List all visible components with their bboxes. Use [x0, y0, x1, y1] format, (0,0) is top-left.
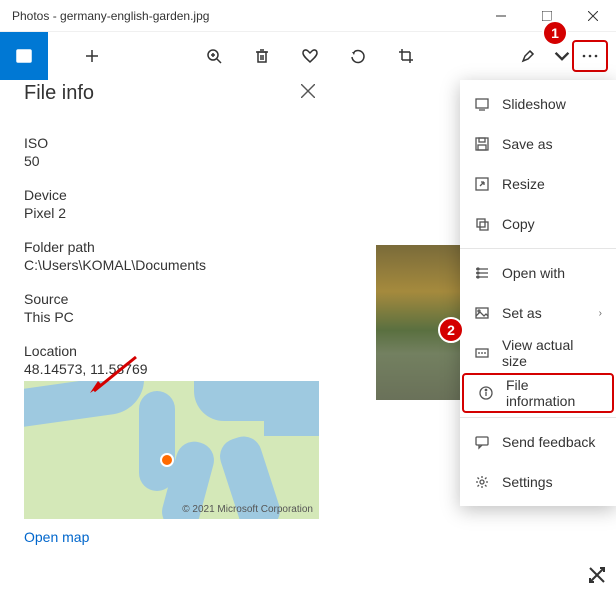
crop-button[interactable] [382, 32, 430, 80]
actual-size-icon [474, 345, 490, 361]
more-button[interactable] [572, 40, 608, 72]
menu-label: Resize [502, 176, 545, 192]
menu-label: Set as [502, 305, 542, 321]
minimize-button[interactable] [478, 0, 524, 32]
map-attribution: © 2021 Microsoft Corporation [182, 504, 313, 515]
menu-label: Open with [502, 265, 565, 281]
folder-label: Folder path [24, 239, 319, 255]
menu-label: View actual size [502, 337, 602, 369]
submenu-arrow-icon: › [599, 308, 602, 319]
menu-label: Slideshow [502, 96, 566, 112]
source-label: Source [24, 291, 319, 307]
resize-icon [474, 176, 490, 192]
source-value: This PC [24, 309, 319, 325]
location-value: 48.14573, 11.58769 [24, 361, 319, 377]
menu-label: File information [506, 377, 598, 409]
close-button[interactable] [570, 0, 616, 32]
menu-send-feedback[interactable]: Send feedback [460, 422, 616, 462]
menu-label: Settings [502, 474, 553, 490]
menu-resize[interactable]: Resize [460, 164, 616, 204]
menu-label: Send feedback [502, 434, 595, 450]
menu-save-as[interactable]: Save as [460, 124, 616, 164]
folder-value: C:\Users\KOMAL\Documents [24, 257, 319, 273]
menu-set-as[interactable]: Set as › [460, 293, 616, 333]
file-info-panel: File info ISO 50 Device Pixel 2 Folder p… [0, 80, 343, 565]
toolbar [0, 32, 616, 80]
panel-title: File info [24, 82, 94, 105]
annotation-arrow [88, 355, 138, 400]
location-map[interactable]: © 2021 Microsoft Corporation [24, 381, 319, 519]
copy-icon [474, 216, 490, 232]
slideshow-icon [474, 96, 490, 112]
settings-icon [474, 474, 490, 490]
open-map-link[interactable]: Open map [24, 529, 89, 545]
device-label: Device [24, 187, 319, 203]
map-pin-icon [160, 453, 174, 467]
menu-file-information[interactable]: File information [462, 373, 614, 413]
close-panel-button[interactable] [297, 80, 319, 107]
device-value: Pixel 2 [24, 205, 319, 221]
open-with-icon [474, 265, 490, 281]
set-as-icon [474, 305, 490, 321]
rotate-button[interactable] [334, 32, 382, 80]
delete-button[interactable] [238, 32, 286, 80]
menu-label: Copy [502, 216, 535, 232]
resize-handle[interactable] [588, 566, 606, 589]
annotation-badge-2: 2 [438, 317, 464, 343]
menu-slideshow[interactable]: Slideshow [460, 84, 616, 124]
menu-open-with[interactable]: Open with [460, 253, 616, 293]
info-icon [478, 385, 494, 401]
iso-label: ISO [24, 135, 319, 151]
menu-settings[interactable]: Settings [460, 462, 616, 502]
save-icon [474, 136, 490, 152]
zoom-button[interactable] [190, 32, 238, 80]
view-mode-button[interactable] [0, 32, 48, 80]
favorite-button[interactable] [286, 32, 334, 80]
titlebar: Photos - germany-english-garden.jpg [0, 0, 616, 32]
iso-value: 50 [24, 153, 319, 169]
menu-copy[interactable]: Copy [460, 204, 616, 244]
add-button[interactable] [68, 32, 116, 80]
feedback-icon [474, 434, 490, 450]
menu-view-actual-size[interactable]: View actual size [460, 333, 616, 373]
context-menu: Slideshow Save as Resize Copy Open with … [460, 80, 616, 506]
window-title: Photos - germany-english-garden.jpg [12, 9, 478, 23]
location-label: Location [24, 343, 319, 359]
annotation-badge-1: 1 [542, 20, 568, 46]
menu-label: Save as [502, 136, 553, 152]
